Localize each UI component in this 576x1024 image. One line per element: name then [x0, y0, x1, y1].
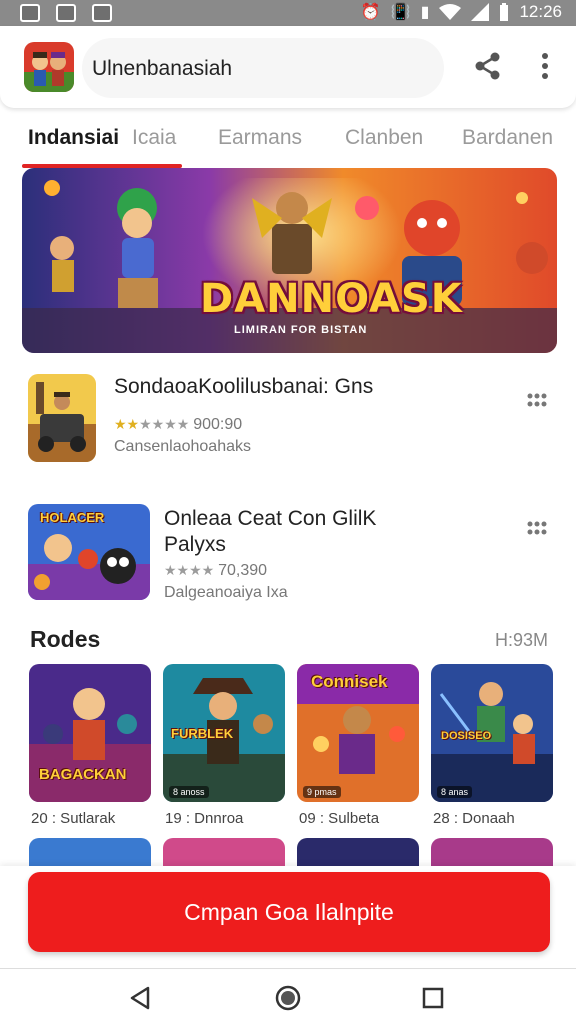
share-icon [475, 52, 500, 80]
featured-banner[interactable]: DANNOASK LIMIRAN FOR BISTAN [22, 168, 557, 353]
app-title: Ulnenbanasiah [92, 57, 233, 80]
more-options-button[interactable] [530, 48, 560, 84]
card-art-text: BAGACKAN [39, 766, 127, 783]
card-tag: 9 pmas [303, 786, 341, 798]
banner-subtitle: LIMIRAN FOR BISTAN [234, 324, 368, 336]
rating-count: 70,390 [218, 562, 268, 579]
item-more-button[interactable] [520, 514, 552, 544]
cloud-icon [56, 4, 76, 22]
game-title-line2: Palyxs [164, 533, 226, 556]
card-tag: 8 anas [437, 786, 473, 798]
tab-icaia[interactable]: Icaia [132, 126, 176, 150]
back-icon [130, 986, 150, 1010]
category-tabs: Indansiai Icaia Earmans Clanben Bardanen [0, 108, 576, 170]
battery-icon [500, 3, 509, 21]
signal-icon [471, 3, 490, 21]
star-icon: ★★ [114, 416, 140, 432]
icon-art-text: HOLACER [40, 510, 105, 525]
game-title: Onleaa Ceat Con GlilK [164, 507, 377, 530]
title-search-bar[interactable]: Ulnenbanasiah [82, 38, 444, 98]
more-vert-icon [542, 53, 548, 79]
image-icon [92, 4, 112, 22]
section-title: Rodes [30, 626, 101, 652]
list-item[interactable]: HOLACER Onleaa Ceat Con GlilK Palyxs ★★★… [0, 504, 576, 614]
alarm-icon: ⏰ [360, 4, 381, 21]
back-button[interactable] [126, 983, 156, 1013]
game-developer: Cansenlaohoahaks [114, 438, 251, 455]
card-label: 09 : Sulbeta [299, 810, 380, 827]
signal-bars-icon: ▮ [420, 4, 430, 21]
tab-bardanen[interactable]: Bardanen [462, 126, 553, 150]
home-button[interactable] [273, 983, 303, 1013]
game-card[interactable]: BAGACKAN [29, 664, 151, 802]
app-logo[interactable] [24, 42, 74, 92]
recents-icon [422, 987, 444, 1009]
card-label: 20 : Sutlarak [31, 810, 116, 827]
tab-indansiai[interactable]: Indansiai [28, 126, 119, 150]
list-item[interactable]: SondaoaKoolilusbanai: Gns ★★★★★★ 900:90 … [0, 374, 576, 484]
system-nav-bar [0, 968, 576, 1024]
star-icon: ★★★★ [164, 562, 215, 578]
tab-clanben[interactable]: Clanben [345, 126, 423, 150]
tab-earmans[interactable]: Earmans [218, 126, 302, 150]
game-icon: HOLACER [28, 504, 150, 600]
share-button[interactable] [470, 48, 506, 84]
item-more-button[interactable] [520, 386, 552, 416]
home-icon [275, 985, 301, 1011]
game-title: SondaoaKoolilusbanai: Gns [114, 375, 374, 398]
recents-button[interactable] [418, 983, 448, 1013]
rating-count: 900:90 [193, 416, 243, 433]
game-card[interactable]: Connisek 9 pmas [297, 664, 419, 802]
status-time: 12:26 [519, 2, 562, 21]
cta-container: Cmpan Goa Ilalnpite [0, 866, 576, 970]
more-dots-icon [527, 393, 547, 407]
card-label: 28 : Donaah [433, 810, 515, 827]
card-art-text: DOSISEO [441, 730, 492, 742]
vibrate-icon: 📳 [390, 4, 411, 21]
banner-title: DANNOASK [200, 276, 463, 322]
card-art-text: Connisek [311, 672, 388, 691]
game-card[interactable]: DOSISEO 8 anas [431, 664, 553, 802]
photo-icon [20, 4, 40, 22]
card-tag: 8 anoss [169, 786, 209, 798]
more-dots-icon [527, 521, 547, 535]
primary-action-button[interactable]: Cmpan Goa Ilalnpite [28, 872, 550, 952]
star-icon: ★★★★ [139, 416, 190, 432]
game-icon [28, 374, 96, 462]
app-bar: Ulnenbanasiah [0, 26, 576, 108]
game-card[interactable]: FURBLEK 8 anoss [163, 664, 285, 802]
wifi-icon [439, 4, 462, 20]
section-see-more[interactable]: H:93M [495, 630, 548, 651]
card-label: 19 : Dnnroa [165, 810, 244, 827]
status-bar: ⏰ 📳 ▮ 12:26 [0, 0, 576, 26]
star-rating: ★★★★★★ 900:90 [114, 416, 242, 434]
star-rating: ★★★★ 70,390 [164, 562, 267, 580]
card-art-text: FURBLEK [171, 726, 234, 741]
game-developer: Dalgeanoaiya Ixa [164, 584, 288, 601]
